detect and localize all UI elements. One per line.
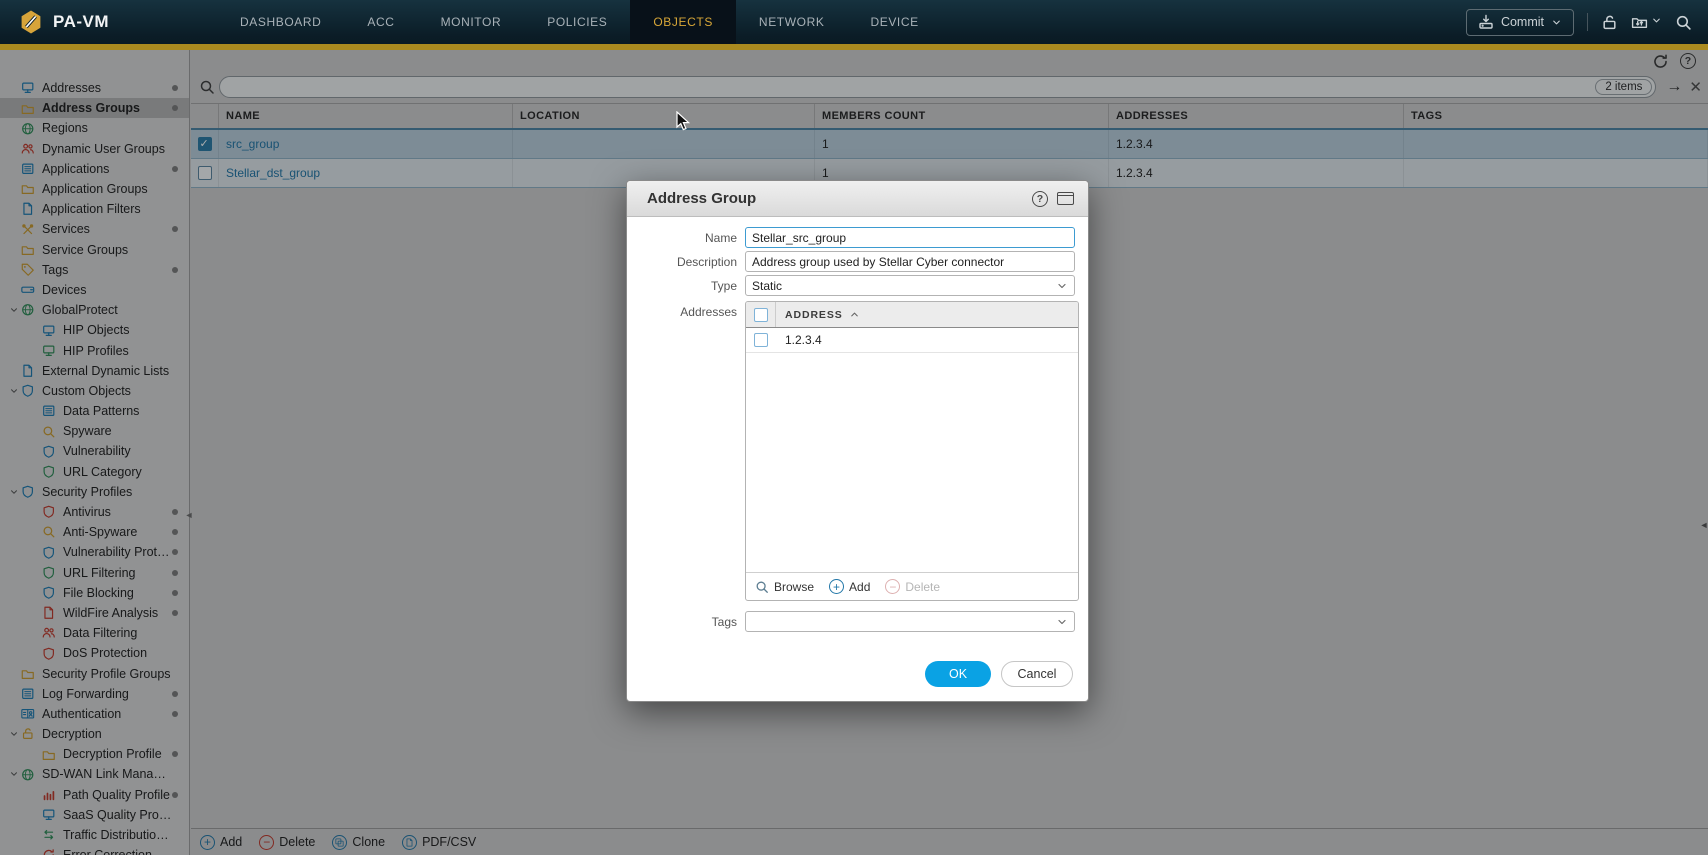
minus-icon: − — [885, 579, 900, 594]
dialog-title: Address Group — [647, 190, 756, 207]
tags-label: Tags — [627, 615, 737, 629]
description-label: Description — [627, 255, 737, 269]
addresses-table-footer: Browse + Add − Delete — [746, 572, 1078, 600]
pa-logo-icon — [18, 9, 44, 35]
type-select[interactable]: Static — [745, 275, 1075, 296]
sort-ascending-icon — [849, 309, 860, 320]
name-field[interactable] — [745, 227, 1075, 248]
chevron-down-icon — [1056, 280, 1068, 292]
divider — [1587, 13, 1588, 31]
dialog-help-icon[interactable]: ? — [1032, 191, 1048, 207]
top-nav: PA-VM DASHBOARD ACC MONITOR POLICIES — [0, 0, 1708, 44]
addresses-table-header: ADDRESS — [746, 302, 1078, 328]
dialog-window-icon[interactable] — [1057, 192, 1074, 205]
address-value: 1.2.3.4 — [776, 333, 822, 347]
select-all-checkbox[interactable] — [754, 308, 768, 322]
type-label: Type — [627, 279, 737, 293]
brand: PA-VM — [0, 9, 175, 35]
chevron-down-icon — [1551, 17, 1562, 28]
nav-tab-acc[interactable]: ACC — [344, 0, 417, 44]
nav-tab-network[interactable]: NETWORK — [736, 0, 848, 44]
ok-button[interactable]: OK — [925, 661, 991, 687]
browse-icon — [755, 580, 769, 594]
app-title: PA-VM — [53, 12, 109, 32]
cancel-button[interactable]: Cancel — [1001, 661, 1073, 687]
address-column-header[interactable]: ADDRESS — [776, 309, 860, 321]
config-sync-icon[interactable] — [1631, 13, 1662, 31]
chevron-down-icon — [1651, 13, 1662, 31]
description-field[interactable] — [745, 251, 1075, 272]
add-address-button[interactable]: + Add — [829, 579, 870, 594]
browse-button[interactable]: Browse — [755, 580, 814, 594]
global-search-icon[interactable] — [1675, 14, 1692, 31]
address-group-dialog: Address Group ? Name Description Type St… — [626, 180, 1089, 702]
addresses-label: Addresses — [627, 305, 737, 319]
nav-right-tools: Commit — [1466, 9, 1708, 36]
addresses-table: ADDRESS 1.2.3.4 Browse — [745, 301, 1079, 601]
nav-tab-monitor[interactable]: MONITOR — [418, 0, 525, 44]
plus-icon: + — [829, 579, 844, 594]
nav-tab-dashboard[interactable]: DASHBOARD — [217, 0, 344, 44]
nav-tab-policies[interactable]: POLICIES — [524, 0, 630, 44]
dialog-title-bar: Address Group ? — [627, 181, 1088, 217]
nav-tabs: DASHBOARD ACC MONITOR POLICIES OBJECTS — [217, 0, 942, 44]
nav-tab-device[interactable]: DEVICE — [847, 0, 941, 44]
address-row[interactable]: 1.2.3.4 — [746, 328, 1078, 353]
name-label: Name — [627, 231, 737, 245]
addresses-table-body: 1.2.3.4 — [746, 328, 1078, 353]
chevron-down-icon — [1056, 616, 1068, 628]
lock-open-icon[interactable] — [1601, 14, 1618, 31]
tags-select[interactable] — [745, 611, 1075, 632]
pa-vm-screen: PA-VM DASHBOARD ACC MONITOR POLICIES — [0, 0, 1708, 855]
delete-address-button[interactable]: − Delete — [885, 579, 940, 594]
commit-icon — [1478, 14, 1494, 30]
nav-tab-objects[interactable]: OBJECTS — [630, 0, 736, 44]
commit-button[interactable]: Commit — [1466, 9, 1574, 36]
address-checkbox[interactable] — [754, 333, 768, 347]
addresses-empty-area — [746, 353, 1078, 572]
